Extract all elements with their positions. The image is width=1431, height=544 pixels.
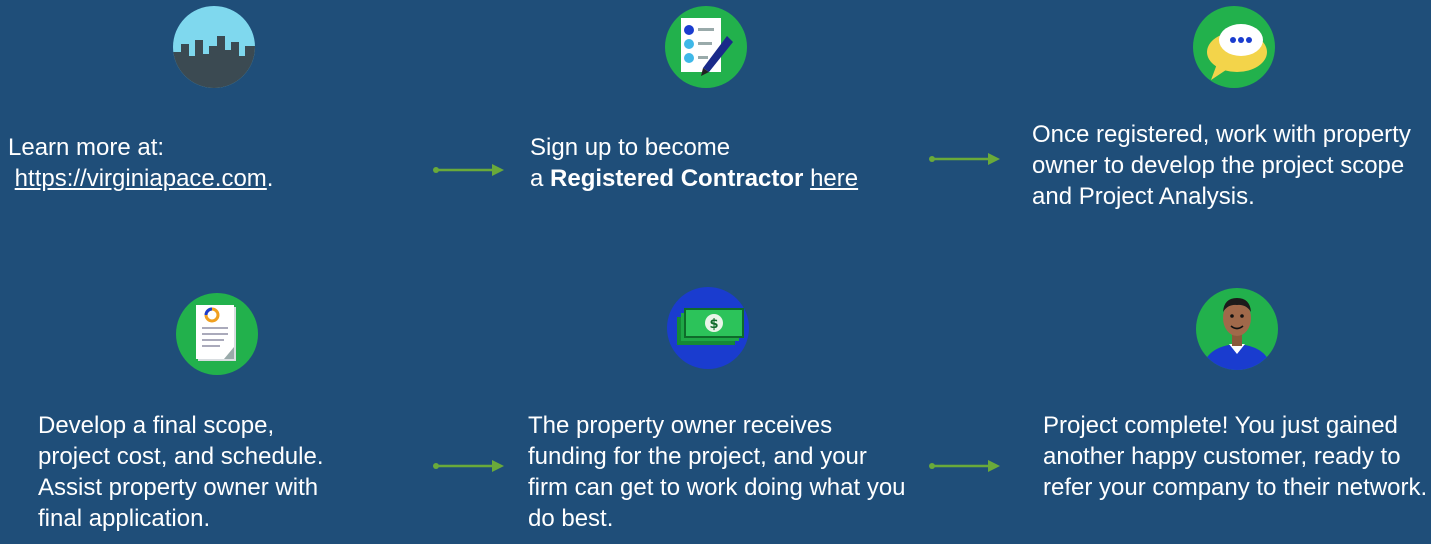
signup-here-link[interactable]: here xyxy=(810,165,858,192)
city-skyline-icon xyxy=(173,6,255,88)
money-bills-icon: $ xyxy=(667,287,749,369)
step-4-text: Develop a final scope, project cost, and… xyxy=(38,412,324,532)
svg-text:$: $ xyxy=(709,317,718,332)
chat-bubbles-icon xyxy=(1193,6,1275,88)
document-report-icon xyxy=(176,293,258,375)
registration-form-icon xyxy=(665,6,747,88)
arrow-step2-to-step3 xyxy=(929,153,1000,165)
step-6-text: Project complete! You just gained anothe… xyxy=(1043,412,1428,501)
happy-customer-icon xyxy=(1196,288,1278,370)
step-5-text: The property owner receives funding for … xyxy=(528,412,906,532)
step-3-text: Once registered, work with property owne… xyxy=(1032,121,1411,210)
step-1-text: Learn more at: https://virginiapace.com. xyxy=(8,134,274,192)
arrow-step1-to-step2 xyxy=(433,164,504,176)
step-2-text: Sign up to become a Registered Contracto… xyxy=(530,134,859,192)
arrow-step5-to-step6 xyxy=(929,460,1000,472)
virginiapace-link[interactable]: https://virginiapace.com xyxy=(15,165,267,192)
arrow-step4-to-step5 xyxy=(433,460,504,472)
